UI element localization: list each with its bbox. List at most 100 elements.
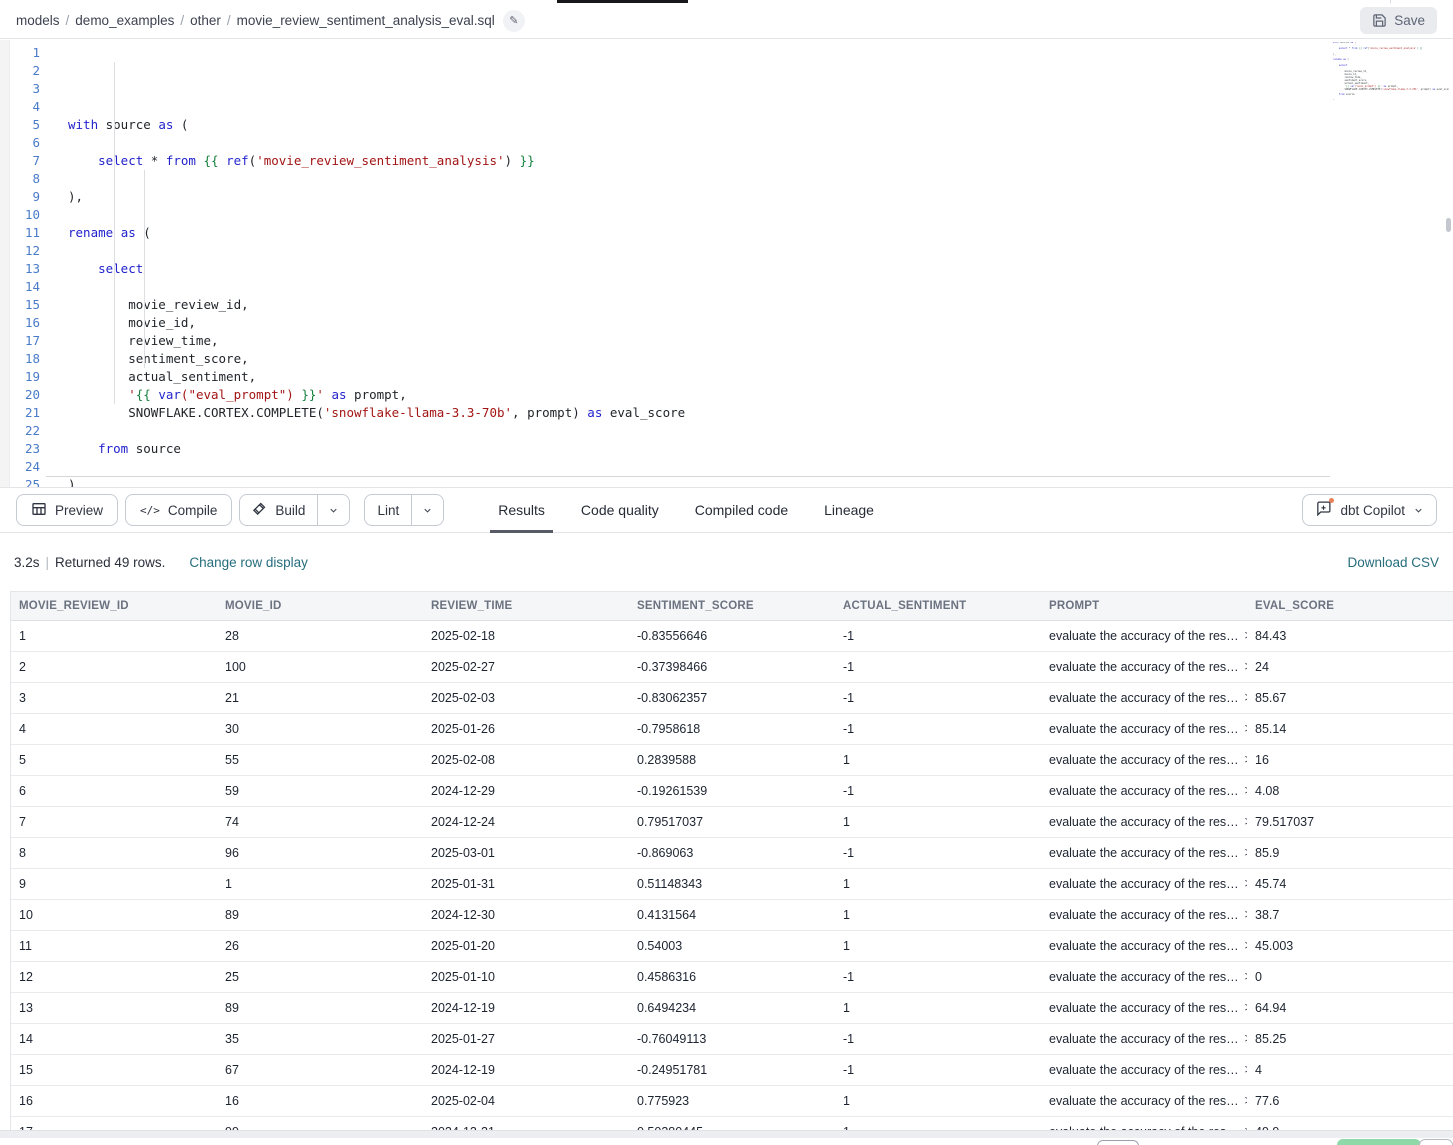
- cell-eval_score: 38.7: [1247, 899, 1453, 930]
- line-number: 10: [10, 206, 46, 224]
- code-line[interactable]: [46, 134, 1330, 152]
- table-row: 4302025-01-26-0.7958618-1evaluate the ac…: [11, 713, 1453, 744]
- partial-bottom-button[interactable]: [1419, 1139, 1453, 1145]
- cell-sentiment_score: -0.7958618: [629, 713, 835, 744]
- cell-sentiment_score: 0.6494234: [629, 992, 835, 1023]
- tab-compiled-code[interactable]: Compiled code: [677, 487, 806, 533]
- tab-lineage[interactable]: Lineage: [806, 487, 892, 533]
- code-token: source: [128, 441, 181, 456]
- code-line[interactable]: select: [46, 260, 1330, 278]
- code-line[interactable]: actual_sentiment,: [46, 368, 1330, 386]
- cell-review_time: 2025-01-20: [423, 930, 629, 961]
- editor-scrollbar[interactable]: [1446, 218, 1451, 232]
- code-line[interactable]: [46, 170, 1330, 188]
- preview-button[interactable]: Preview: [16, 494, 118, 526]
- change-row-display-link[interactable]: Change row display: [189, 555, 308, 570]
- expand-prompt-icon[interactable]: >: [1245, 908, 1247, 922]
- cell-prompt: evaluate the accuracy of the res…>: [1041, 713, 1247, 744]
- code-token: 'movie_review_sentiment_analysis': [1369, 47, 1417, 50]
- expand-prompt-icon[interactable]: >: [1245, 1001, 1247, 1015]
- expand-prompt-icon[interactable]: >: [1245, 877, 1247, 891]
- code-token: ): [1333, 99, 1334, 100]
- edit-filename-icon[interactable]: ✎: [503, 10, 525, 32]
- code-line[interactable]: movie_review_id,: [46, 296, 1330, 314]
- code-line[interactable]: ),: [46, 188, 1330, 206]
- code-line[interactable]: SNOWFLAKE.CORTEX.COMPLETE('snowflake-lla…: [46, 404, 1330, 422]
- expand-prompt-icon[interactable]: >: [1245, 722, 1247, 736]
- breadcrumb-segment[interactable]: models: [16, 13, 60, 28]
- code-line[interactable]: movie_id,: [46, 314, 1330, 332]
- cell-review_time: 2024-12-29: [423, 775, 629, 806]
- expand-prompt-icon[interactable]: >: [1245, 939, 1247, 953]
- cell-review_time: 2024-12-24: [423, 806, 629, 837]
- editor-minimap[interactable]: with source as ( select * from {{ ref('m…: [1333, 42, 1449, 100]
- expand-prompt-icon[interactable]: >: [1245, 815, 1247, 829]
- cell-eval_score: 0: [1247, 961, 1453, 992]
- partial-ready-pill[interactable]: [1337, 1139, 1421, 1145]
- horizontal-scrollbar-track[interactable]: [0, 1130, 1453, 1138]
- code-token: , prompt): [512, 405, 587, 420]
- tab-results[interactable]: Results: [480, 487, 563, 533]
- code-token: actual_sentiment,: [68, 369, 256, 384]
- breadcrumb-segment[interactable]: other: [190, 13, 221, 28]
- lint-dropdown-chevron[interactable]: [411, 495, 443, 525]
- build-dropdown-chevron[interactable]: [317, 495, 349, 525]
- code-token: [219, 153, 227, 168]
- prompt-preview-text: evaluate the accuracy of the res…: [1049, 660, 1239, 674]
- code-line[interactable]: rename as (: [46, 224, 1330, 242]
- code-token: }}: [520, 153, 535, 168]
- cell-review_time: 2025-02-18: [423, 620, 629, 651]
- expand-prompt-icon[interactable]: >: [1245, 970, 1247, 984]
- cell-movie_review_id: 11: [11, 930, 217, 961]
- breadcrumb-segment[interactable]: movie_review_sentiment_analysis_eval.sql: [237, 13, 495, 28]
- expand-prompt-icon[interactable]: >: [1245, 1094, 1247, 1108]
- code-line[interactable]: [46, 278, 1330, 296]
- code-line[interactable]: [46, 206, 1330, 224]
- indent-guide: [144, 170, 145, 368]
- cell-movie_review_id: 5: [11, 744, 217, 775]
- cell-sentiment_score: 0.4586316: [629, 961, 835, 992]
- line-number: 24: [10, 458, 46, 476]
- code-token: var: [158, 387, 181, 402]
- code-line[interactable]: sentiment_score,: [46, 350, 1330, 368]
- query-duration: 3.2s: [14, 555, 40, 570]
- expand-prompt-icon[interactable]: >: [1245, 629, 1247, 643]
- build-button[interactable]: Build: [240, 495, 317, 525]
- code-line[interactable]: from source: [46, 440, 1330, 458]
- cell-prompt: evaluate the accuracy of the res…>: [1041, 775, 1247, 806]
- code-editor[interactable]: 1234567891011121314151617181920212223242…: [0, 40, 1453, 487]
- expand-prompt-icon[interactable]: >: [1245, 784, 1247, 798]
- code-line[interactable]: '{{ var("eval_prompt") }}' as prompt,: [46, 386, 1330, 404]
- cell-sentiment_score: 0.2839588: [629, 744, 835, 775]
- breadcrumb-segment[interactable]: demo_examples: [75, 13, 174, 28]
- code-content[interactable]: with source as ( select * from {{ ref('m…: [46, 40, 1330, 487]
- dbt-copilot-button[interactable]: dbt Copilot: [1302, 494, 1437, 526]
- build-button-group: Build: [239, 494, 350, 526]
- code-line[interactable]: with source as (: [46, 116, 1330, 134]
- code-line[interactable]: [46, 242, 1330, 260]
- line-number: 20: [10, 386, 46, 404]
- expand-prompt-icon[interactable]: >: [1245, 1063, 1247, 1077]
- cell-sentiment_score: 0.51148343: [629, 868, 835, 899]
- table-body: 1282025-02-18-0.83556646-1evaluate the a…: [11, 620, 1453, 1145]
- lint-button[interactable]: Lint: [365, 495, 411, 525]
- code-line[interactable]: review_time,: [46, 332, 1330, 350]
- expand-prompt-icon[interactable]: >: [1245, 1032, 1247, 1046]
- expand-prompt-icon[interactable]: >: [1245, 660, 1247, 674]
- tab-code-quality[interactable]: Code quality: [563, 487, 677, 533]
- expand-prompt-icon[interactable]: >: [1245, 846, 1247, 860]
- code-line[interactable]: select * from {{ ref('movie_review_senti…: [46, 152, 1330, 170]
- cell-movie_review_id: 4: [11, 713, 217, 744]
- cell-prompt: evaluate the accuracy of the res…>: [1041, 868, 1247, 899]
- code-line[interactable]: [46, 458, 1330, 476]
- compile-button[interactable]: </> Compile: [125, 494, 232, 526]
- cell-eval_score: 77.6: [1247, 1085, 1453, 1116]
- expand-prompt-icon[interactable]: >: [1245, 691, 1247, 705]
- table-row: 7742024-12-240.795170371evaluate the acc…: [11, 806, 1453, 837]
- download-csv-link[interactable]: Download CSV: [1347, 555, 1439, 570]
- save-button[interactable]: Save: [1360, 7, 1437, 34]
- code-line[interactable]: [46, 422, 1330, 440]
- partial-bottom-button[interactable]: [1097, 1140, 1139, 1145]
- expand-prompt-icon[interactable]: >: [1245, 753, 1247, 767]
- code-line[interactable]: ): [46, 476, 1330, 487]
